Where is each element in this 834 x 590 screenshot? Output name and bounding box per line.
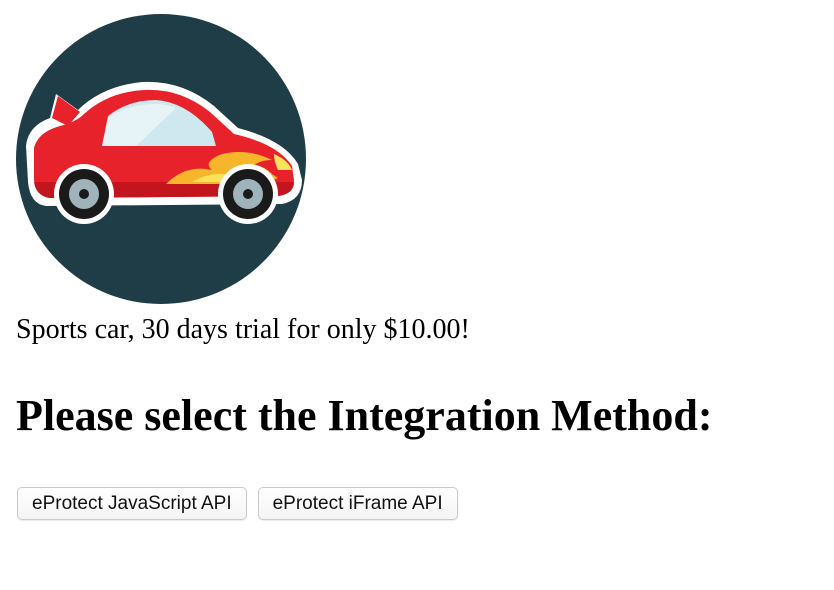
product-description: Sports car, 30 days trial for only $10.0… <box>16 314 470 345</box>
eprotect-iframe-api-button[interactable]: eProtect iFrame API <box>257 487 458 520</box>
eprotect-javascript-api-button[interactable]: eProtect JavaScript API <box>17 487 247 520</box>
page-heading: Please select the Integration Method: <box>16 391 713 440</box>
integration-method-buttons: eProtect JavaScript API eProtect iFrame … <box>17 487 458 520</box>
product-image <box>16 14 306 304</box>
sports-car-icon <box>16 14 306 304</box>
